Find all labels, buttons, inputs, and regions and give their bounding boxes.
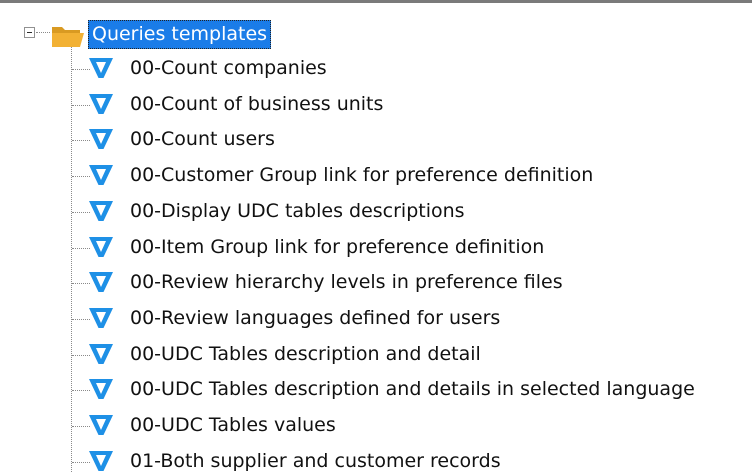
- tree-node-queries-templates[interactable]: Queries templates: [0, 14, 752, 50]
- query-filter-icon: [89, 379, 113, 400]
- tree-item-label: 00-Item Group link for preference defini…: [130, 235, 545, 258]
- tree-item-label: 00-Display UDC tables descriptions: [130, 199, 465, 222]
- tree-item-label: 00-Count companies: [130, 57, 327, 79]
- folder-open-icon: [52, 27, 84, 47]
- tree-view-window: Queries templates 00-Count companies 00-C…: [0, 0, 752, 472]
- query-filter-icon: [89, 93, 113, 114]
- tree-item-query[interactable]: 00-Item Group link for preference defini…: [0, 231, 752, 266]
- query-tree[interactable]: Queries templates 00-Count companies 00-C…: [0, 0, 752, 472]
- query-filter-icon: [89, 200, 113, 221]
- collapse-minus-icon[interactable]: [24, 27, 35, 38]
- query-filter-icon: [89, 415, 113, 435]
- tree-item-label: 00-Review hierarchy levels in preference…: [130, 271, 563, 294]
- tree-item-label: 00-UDC Tables values: [130, 414, 336, 436]
- tree-node-label[interactable]: Queries templates: [88, 20, 272, 49]
- query-filter-icon: [89, 307, 113, 328]
- tree-item-query[interactable]: 00-Review hierarchy levels in preference…: [0, 266, 752, 301]
- query-filter-icon: [89, 129, 113, 150]
- tree-item-query[interactable]: 00-Review languages defined for users: [0, 302, 752, 337]
- query-filter-icon: [89, 236, 113, 257]
- query-filter-icon: [89, 450, 113, 471]
- query-filter-icon: [89, 58, 113, 78]
- tree-item-query[interactable]: 00-UDC Tables description and details in…: [0, 373, 752, 408]
- query-filter-icon: [89, 165, 113, 186]
- tree-item-label: 00-Count of business units: [130, 92, 384, 115]
- tree-item-label: 01-Both supplier and customer records: [130, 449, 501, 472]
- tree-item-query[interactable]: 00-Count of business units: [0, 88, 752, 123]
- tree-item-label: 00-UDC Tables description and detail: [130, 342, 481, 365]
- tree-item-query[interactable]: 00-Count users: [0, 123, 752, 158]
- tree-item-query[interactable]: 00-Customer Group link for preference de…: [0, 159, 752, 194]
- tree-item-label: 00-Customer Group link for preference de…: [130, 164, 594, 187]
- query-filter-icon: [89, 272, 113, 293]
- tree-item-label: 00-UDC Tables description and details in…: [130, 378, 695, 401]
- tree-item-query[interactable]: 00-UDC Tables values: [0, 409, 752, 444]
- tree-connector: [36, 32, 50, 33]
- tree-item-label: 00-Review languages defined for users: [130, 306, 501, 329]
- tree-item-query[interactable]: 01-Both supplier and customer records: [0, 445, 752, 472]
- tree-item-query[interactable]: 00-Count companies: [0, 52, 752, 87]
- tree-item-label: 00-Count users: [130, 128, 275, 151]
- tree-item-query[interactable]: 00-UDC Tables description and detail: [0, 338, 752, 373]
- query-filter-icon: [89, 343, 113, 364]
- tree-item-query[interactable]: 00-Display UDC tables descriptions: [0, 195, 752, 230]
